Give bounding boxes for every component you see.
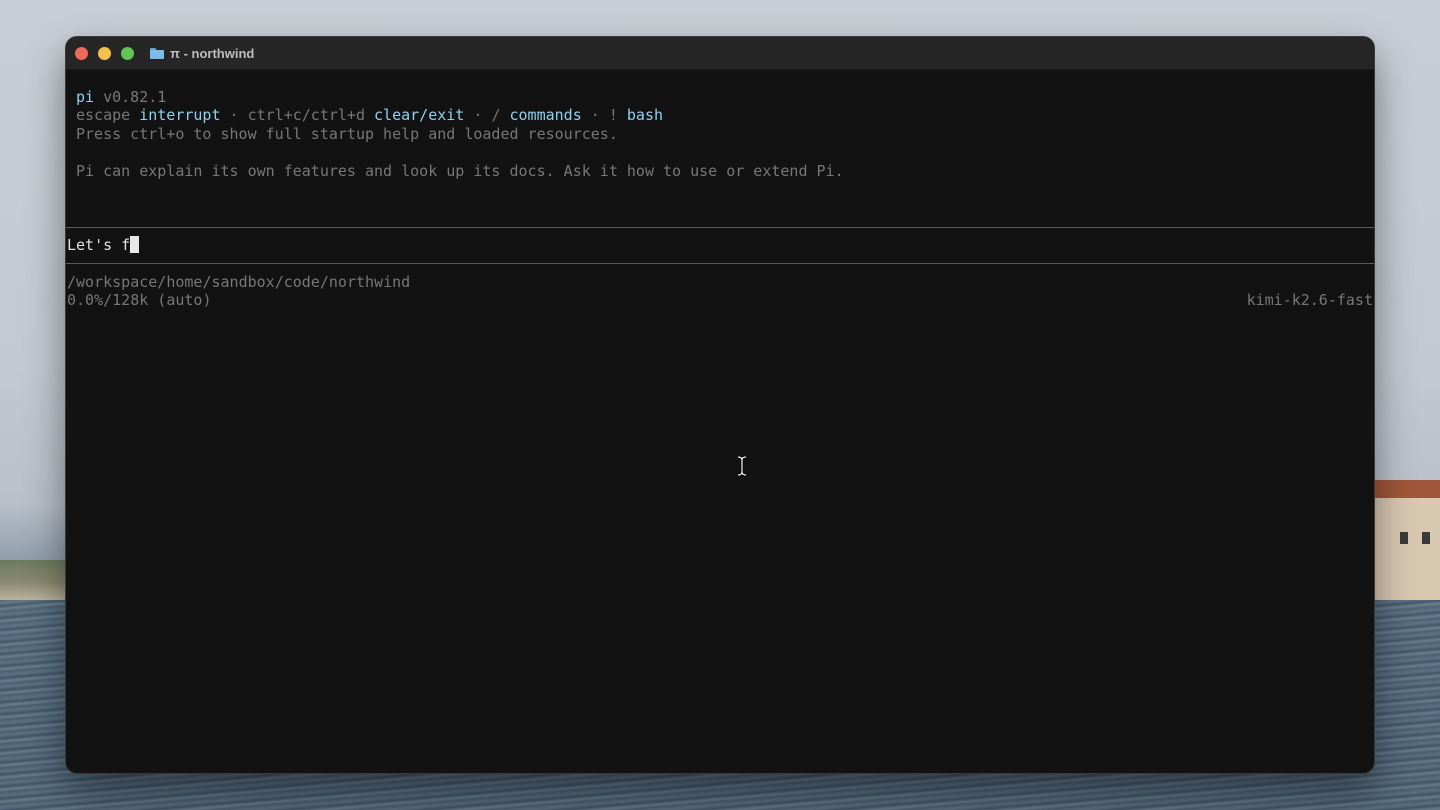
input-top-separator bbox=[66, 227, 1374, 228]
app-version: v0.82.1 bbox=[103, 88, 167, 106]
terminal-content[interactable]: pi v0.82.1 escape interrupt · ctrl+c/ctr… bbox=[66, 70, 1374, 773]
version-line: pi v0.82.1 bbox=[76, 88, 166, 106]
hint-separator: · bbox=[581, 106, 609, 125]
hint-key: / bbox=[491, 106, 501, 125]
hint-action: clear/exit bbox=[374, 106, 465, 125]
context-usage: 0.0%/128k (auto) bbox=[67, 291, 212, 310]
hint-action: commands bbox=[509, 106, 582, 125]
folder-icon bbox=[150, 47, 164, 59]
model-name: kimi-k2.6-fast bbox=[1246, 291, 1373, 310]
app-name: pi bbox=[76, 88, 95, 106]
window-title: π - northwind bbox=[150, 45, 254, 61]
hint-key: ctrl+c/ctrl+d bbox=[247, 106, 365, 125]
input-bottom-separator bbox=[66, 263, 1374, 264]
title-bar[interactable]: π - northwind bbox=[66, 37, 1374, 70]
terminal-window[interactable]: π - northwind pi v0.82.1 escape interrup… bbox=[66, 37, 1374, 773]
zoom-button[interactable] bbox=[121, 47, 134, 60]
hint-separator: · bbox=[464, 106, 492, 125]
hint-action: bash bbox=[626, 106, 664, 125]
cwd-path: /workspace/home/sandbox/code/northwind bbox=[67, 273, 411, 291]
text-cursor-icon bbox=[737, 456, 747, 476]
window-title-text: π - northwind bbox=[170, 45, 255, 61]
wallpaper-shore bbox=[0, 560, 70, 605]
startup-hint: Press ctrl+o to show full startup help a… bbox=[76, 124, 618, 143]
hint-separator: · bbox=[220, 106, 248, 125]
minimize-button[interactable] bbox=[98, 47, 111, 60]
info-message: Pi can explain its own features and look… bbox=[76, 161, 844, 180]
wallpaper-building bbox=[1370, 480, 1440, 600]
hint-action: interrupt bbox=[139, 106, 221, 125]
text-cursor bbox=[130, 236, 140, 253]
prompt-input-value: Let's f bbox=[67, 236, 131, 254]
close-button[interactable] bbox=[75, 47, 88, 60]
hint-key: ! bbox=[608, 106, 618, 125]
prompt-input[interactable]: Let's f bbox=[67, 236, 140, 254]
hint-key: escape bbox=[76, 106, 131, 125]
keybinding-hints: escape interrupt · ctrl+c/ctrl+d clear/e… bbox=[76, 106, 663, 124]
